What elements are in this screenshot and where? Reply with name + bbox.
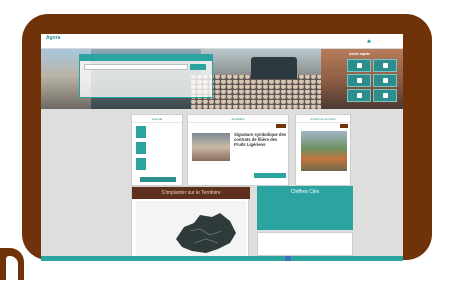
map-header: S'implanter sur le Territoire <box>132 187 250 199</box>
territory-map[interactable] <box>136 201 246 257</box>
territory-map-shape <box>176 213 236 253</box>
frame-corner-cutout <box>6 256 18 280</box>
agenda-date-badge <box>136 142 146 154</box>
document-icon <box>383 93 388 98</box>
agenda-date-badge <box>136 126 146 138</box>
key-figures-panel: Chiffres Clés <box>257 186 353 230</box>
home-icon[interactable] <box>367 39 371 43</box>
hero-banner: Accès rapide <box>41 49 403 109</box>
people-icon <box>357 63 362 68</box>
quick-tile-2[interactable] <box>373 59 397 72</box>
quick-tile-3[interactable] <box>347 74 371 87</box>
agenda-item[interactable] <box>136 142 180 155</box>
quick-tile-5[interactable] <box>347 89 371 102</box>
projects-title: Projets du territoire <box>310 117 336 121</box>
divider <box>188 122 288 123</box>
news-image[interactable] <box>192 133 230 161</box>
news-headline[interactable]: Signature symbolique des contrats de fil… <box>234 132 288 147</box>
chart-icon <box>357 78 362 83</box>
top-navigation <box>367 38 399 44</box>
divider <box>132 122 182 123</box>
map-icon <box>357 93 362 98</box>
website-screenshot: Agora Accès rapide Agenda Actualités Sig… <box>41 34 403 261</box>
news-panel: Actualités Signature symbolique des cont… <box>187 114 289 186</box>
quick-tile-4[interactable] <box>373 74 397 87</box>
projects-tag <box>340 124 348 128</box>
quick-tile-1[interactable] <box>347 59 371 72</box>
search-header <box>80 55 212 61</box>
agenda-panel: Agenda <box>131 114 183 186</box>
logo-title: Agora <box>46 35 61 41</box>
search-button[interactable] <box>190 64 206 70</box>
projects-image[interactable] <box>301 131 347 171</box>
news-tag <box>276 124 286 128</box>
tools-icon <box>383 63 388 68</box>
quick-tile-6[interactable] <box>373 89 397 102</box>
top-bar: Agora <box>41 34 403 49</box>
agenda-more-button[interactable] <box>140 177 176 182</box>
agenda-item[interactable] <box>136 126 180 139</box>
phone-icon <box>383 78 388 83</box>
search-input[interactable] <box>84 64 188 70</box>
agenda-item[interactable] <box>136 158 180 171</box>
scroll-top-button[interactable] <box>285 256 291 261</box>
hero-stage <box>251 57 297 79</box>
projects-panel: Projets du territoire <box>295 114 351 186</box>
agenda-title: Agenda <box>151 117 163 121</box>
quick-access-title: Accès rapide <box>349 52 371 56</box>
site-logo[interactable]: Agora <box>46 36 60 41</box>
map-panel: S'implanter sur le Territoire <box>131 186 250 258</box>
quick-access: Accès rapide <box>347 52 401 104</box>
key-figures-title: Chiffres Clés <box>290 189 320 195</box>
news-more-button[interactable] <box>254 173 286 178</box>
map-title: S'implanter sur le Territoire <box>161 190 221 196</box>
footer-bar <box>41 256 403 261</box>
lower-panel <box>257 232 353 256</box>
divider <box>296 122 350 123</box>
search-panel <box>79 54 213 98</box>
agenda-date-badge <box>136 158 146 170</box>
news-title: Actualités <box>231 117 245 121</box>
